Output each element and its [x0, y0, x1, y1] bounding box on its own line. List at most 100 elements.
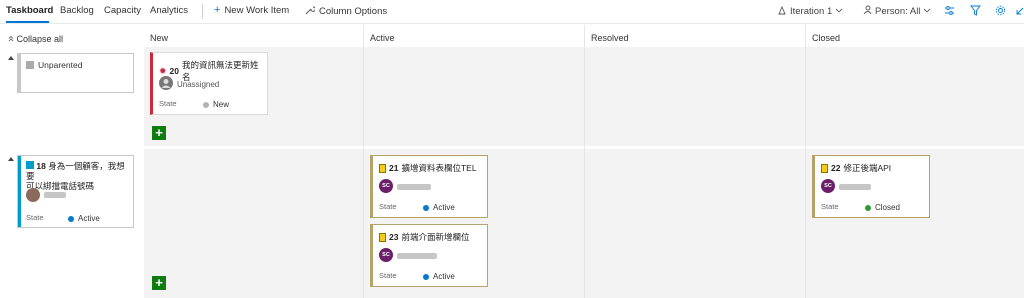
state-label: State	[159, 99, 177, 108]
unparented-title: Unparented	[26, 60, 82, 70]
tab-capacity[interactable]: Capacity	[104, 5, 141, 16]
column-header-new: New	[144, 25, 363, 47]
state-dot	[68, 215, 74, 222]
task-icon	[821, 163, 828, 173]
cell-story-new	[144, 149, 363, 298]
user-story-card-18[interactable]: 18 身為一個顧客，我想要 可以綁擋電話號碼 State Active	[17, 155, 134, 228]
state-dot	[865, 204, 871, 211]
chevron-down-icon	[923, 6, 931, 17]
state-value[interactable]: Active	[423, 203, 455, 212]
person-icon	[862, 5, 872, 18]
tab-analytics[interactable]: Analytics	[150, 5, 188, 16]
settings-sliders-icon[interactable]	[944, 5, 955, 19]
work-item-card-task-22[interactable]: 22 修正後端API SC State Closed	[812, 155, 930, 218]
state-text: Active	[433, 272, 455, 281]
filter-icon[interactable]	[970, 5, 981, 19]
state-value[interactable]: New	[203, 100, 229, 109]
work-item-card-task-21[interactable]: 21 擴增資料表欄位TEL SC State Active	[370, 155, 488, 218]
column-divider	[805, 25, 806, 298]
card-title: 21 擴增資料表欄位TEL	[379, 162, 477, 174]
cell-unparented-closed	[806, 47, 1024, 146]
unparented-icon	[26, 61, 34, 69]
card-id: 22	[831, 163, 841, 173]
state-dot	[423, 273, 429, 280]
unassigned-avatar[interactable]	[159, 76, 173, 90]
person-label: Person: All	[875, 6, 921, 17]
work-item-card-bug-20[interactable]: ✹ 20 我的資訊無法更新姓名 Unassigned State New	[150, 52, 268, 115]
card-title-text: 修正後端API	[843, 163, 892, 173]
work-item-card-task-23[interactable]: 23 前端介面新增欄位 SC State Active	[370, 224, 488, 287]
wrench-icon	[305, 5, 316, 17]
task-icon	[379, 232, 386, 242]
card-color-bar	[18, 156, 21, 227]
unparented-card[interactable]: Unparented	[17, 53, 134, 93]
assignee-name: Unassigned	[177, 80, 220, 89]
avatar[interactable]: SC	[379, 179, 393, 193]
iteration-picker[interactable]: Iteration 1	[777, 5, 843, 18]
add-work-item-button[interactable]: +	[152, 276, 166, 290]
state-value[interactable]: Active	[423, 272, 455, 281]
person-filter[interactable]: Person: All	[862, 5, 931, 18]
new-work-item-button[interactable]: + New Work Item	[214, 4, 290, 17]
state-value[interactable]: Active	[68, 214, 100, 223]
unparented-label: Unparented	[38, 60, 83, 70]
state-text: New	[213, 100, 230, 109]
card-color-bar	[18, 54, 21, 92]
gear-icon[interactable]	[995, 5, 1006, 19]
column-header-closed: Closed	[806, 25, 1024, 47]
add-work-item-button[interactable]: +	[152, 126, 166, 140]
cell-story-resolved	[585, 149, 805, 298]
task-icon	[379, 163, 386, 173]
expand-row-toggle[interactable]	[8, 56, 14, 60]
new-work-item-label: New Work Item	[224, 5, 290, 16]
column-options-label: Column Options	[319, 5, 388, 17]
column-divider	[363, 25, 364, 298]
state-label: State	[26, 213, 44, 222]
redacted-name	[397, 253, 437, 259]
state-label: State	[379, 202, 397, 211]
cell-unparented-resolved	[585, 47, 805, 146]
expand-icon[interactable]	[1016, 5, 1024, 18]
chevron-down-icon	[835, 6, 843, 17]
state-label: State	[379, 271, 397, 280]
state-dot	[203, 101, 209, 108]
card-title: 22 修正後端API	[821, 162, 891, 174]
tab-taskboard[interactable]: Taskboard	[6, 5, 53, 16]
card-title-text: 前端介面新增欄位	[401, 232, 470, 242]
column-header-resolved: Resolved	[585, 25, 805, 47]
plus-icon: +	[214, 4, 221, 16]
collapse-all-label: Collapse all	[16, 34, 64, 44]
collapse-all-button[interactable]: Collapse all	[8, 34, 63, 44]
card-title: 23 前端介面新增欄位	[379, 231, 469, 243]
cell-unparented-active	[364, 47, 584, 146]
collapse-icon	[8, 34, 17, 44]
toolbar-divider	[202, 4, 203, 19]
state-text: Active	[433, 203, 455, 212]
state-text: Active	[78, 214, 100, 223]
expand-row-toggle[interactable]	[8, 157, 14, 161]
redacted-name	[839, 184, 871, 190]
column-divider	[584, 25, 585, 298]
card-id: 23	[389, 232, 399, 242]
toolbar: Taskboard Backlog Capacity Analytics + N…	[0, 0, 1024, 24]
story-title: 18 身為一個顧客，我想要 可以綁擋電話號碼	[26, 161, 133, 191]
card-title-text: 擴增資料表欄位TEL	[401, 163, 477, 173]
avatar[interactable]	[26, 188, 40, 202]
active-tab-indicator	[6, 21, 49, 23]
column-header-active: Active	[364, 25, 584, 47]
bug-icon: ✹	[159, 65, 167, 76]
story-id: 18	[36, 161, 46, 171]
tab-backlog[interactable]: Backlog	[60, 5, 94, 16]
card-id: 20	[169, 66, 180, 76]
avatar[interactable]: SC	[821, 179, 835, 193]
redacted-name	[44, 192, 66, 198]
redacted-name	[397, 184, 431, 190]
user-story-icon	[26, 161, 34, 169]
column-options-button[interactable]: Column Options	[305, 5, 387, 17]
card-id: 21	[389, 163, 399, 173]
state-value[interactable]: Closed	[865, 203, 900, 212]
iteration-icon	[777, 5, 787, 18]
state-dot	[423, 204, 429, 211]
state-text: Closed	[875, 203, 900, 212]
avatar[interactable]: SC	[379, 248, 393, 262]
